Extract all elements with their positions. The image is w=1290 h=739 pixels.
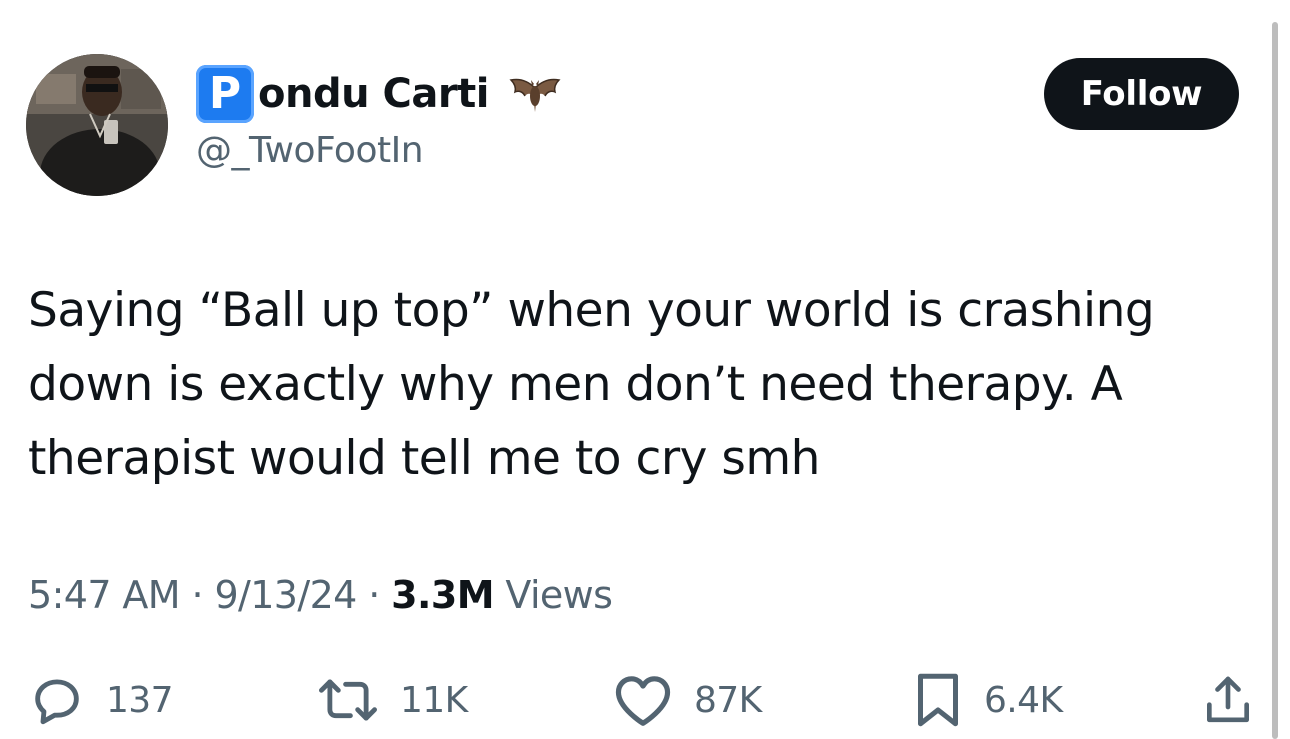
follow-button[interactable]: Follow (1044, 58, 1239, 130)
repost-button[interactable]: 11K (316, 670, 468, 730)
views-label: Views (493, 573, 613, 617)
display-name[interactable]: ondu Carti (258, 64, 489, 124)
reply-count: 137 (106, 679, 174, 721)
bat-emoji-icon (507, 66, 563, 127)
meta-separator: · (356, 573, 392, 617)
tweet-meta: 5:47 AM · 9/13/24 · 3.3M Views (28, 573, 613, 617)
reply-icon (28, 671, 86, 729)
repost-icon (316, 671, 380, 729)
repost-count: 11K (400, 679, 468, 721)
tweet-time[interactable]: 5:47 AM (28, 573, 181, 617)
reply-button[interactable]: 137 (28, 670, 174, 730)
tweet-text: Saying “Ball up top” when your world is … (28, 283, 1155, 486)
user-handle[interactable]: @_TwoFootIn (196, 130, 424, 171)
share-icon (1200, 671, 1256, 729)
user-name-row[interactable]: P ondu Carti (196, 64, 563, 124)
action-bar: 137 11K 87K 6.4K (0, 670, 1290, 730)
tweet-date[interactable]: 9/13/24 (214, 573, 357, 617)
scrollbar[interactable] (1272, 22, 1278, 739)
like-count: 87K (694, 679, 762, 721)
bookmark-button[interactable]: 6.4K (912, 670, 1063, 730)
share-button[interactable] (1200, 670, 1256, 730)
heart-icon (612, 671, 674, 729)
like-button[interactable]: 87K (612, 670, 762, 730)
bookmark-count: 6.4K (984, 679, 1063, 721)
parking-p-badge-icon: P (196, 65, 254, 123)
views-count: 3.3M (391, 573, 494, 617)
bookmark-icon (912, 670, 964, 730)
avatar[interactable] (26, 54, 168, 196)
meta-separator: · (180, 573, 215, 617)
